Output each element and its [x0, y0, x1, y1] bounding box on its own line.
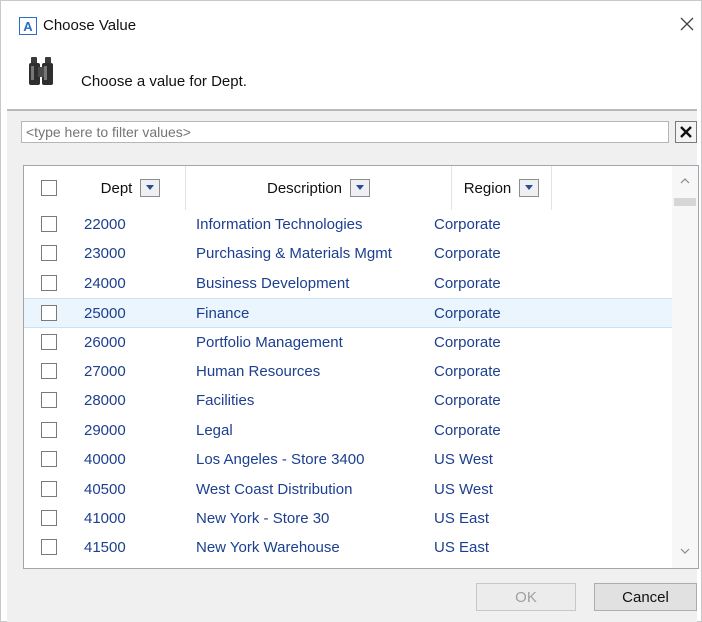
cell-dept: 28000	[84, 392, 126, 410]
column-header-dept: Dept	[76, 166, 186, 210]
cell-region: US East	[434, 539, 490, 557]
close-icon[interactable]	[675, 11, 699, 37]
cell-region: Corporate	[434, 333, 501, 351]
cell-dept: 22000	[84, 216, 126, 233]
table-row[interactable]: 23000 Purchasing & Materials Mgmt Corporat…	[24, 239, 672, 268]
table-row[interactable]: 27000 Human Resources Corporate	[24, 357, 672, 386]
binoculars-icon	[25, 55, 65, 87]
scrollbar-thumb[interactable]	[674, 198, 696, 206]
cell-description: Information Technologies	[196, 216, 363, 233]
cell-region: Corporate	[434, 363, 501, 380]
cell-region: Corporate	[434, 421, 501, 439]
column-header-region: Region	[452, 166, 552, 210]
cell-description: Los Angeles - Store 3400	[196, 451, 365, 469]
grid-header: Dept Description Region	[24, 166, 672, 210]
clear-filter-icon[interactable]	[675, 121, 697, 143]
cell-description: Legal	[196, 421, 233, 439]
cell-description: Business Development	[196, 274, 350, 292]
prompt-text: Choose a value for Dept.	[81, 73, 247, 90]
cell-description: Facilities	[196, 392, 255, 410]
vertical-scrollbar[interactable]	[672, 166, 698, 568]
cell-dept: 29000	[84, 421, 126, 439]
row-checkbox[interactable]	[41, 305, 57, 322]
cell-dept: 40000	[84, 451, 126, 469]
cancel-button[interactable]: Cancel	[594, 583, 697, 611]
ok-button[interactable]: OK	[476, 583, 576, 611]
cell-dept: 25000	[84, 305, 126, 323]
table-row[interactable]: 24000 Business Development Corporate	[24, 269, 672, 298]
cell-description: Purchasing & Materials Mgmt	[196, 245, 392, 263]
row-checkbox[interactable]	[41, 421, 57, 438]
cell-dept: 40500	[84, 480, 126, 498]
cell-description: Finance	[196, 305, 250, 323]
row-checkbox[interactable]	[41, 333, 57, 350]
cell-dept: 41500	[84, 539, 126, 557]
table-row[interactable]: 28000 Facilities Corporate	[24, 386, 672, 415]
window-title: Choose Value	[43, 17, 137, 34]
dialog-header: Choose a value for Dept.	[1, 49, 701, 109]
row-checkbox[interactable]	[41, 539, 57, 556]
cell-region: US East	[434, 510, 490, 527]
row-checkbox[interactable]	[41, 392, 57, 409]
cell-dept: 23000	[84, 245, 126, 263]
row-checkbox[interactable]	[41, 216, 57, 232]
choose-value-dialog: A Choose Value Choose a value for Dept.	[0, 0, 702, 622]
row-checkbox[interactable]	[41, 510, 57, 526]
cell-region: US West	[434, 480, 493, 498]
title-bar: A Choose Value	[1, 1, 701, 49]
cell-region: Corporate	[434, 392, 501, 410]
cell-region: Corporate	[434, 245, 501, 263]
chevron-down-icon[interactable]	[140, 179, 161, 197]
table-row[interactable]: 29000 Legal Corporate	[24, 416, 672, 445]
row-checkbox[interactable]	[41, 451, 57, 468]
chevron-down-icon[interactable]	[350, 179, 371, 197]
cell-dept: 41000	[84, 510, 126, 527]
cell-dept: 27000	[84, 363, 126, 380]
values-grid: Dept Description Region 22000 Information…	[23, 165, 699, 569]
column-header-description: Description	[186, 166, 452, 210]
cell-description: New York - Store 30	[196, 510, 330, 527]
cell-dept: 24000	[84, 274, 126, 292]
chevron-up-icon[interactable]	[672, 172, 698, 190]
cell-region: Corporate	[434, 305, 501, 323]
cell-region: US West	[434, 451, 493, 469]
chevron-down-icon[interactable]	[519, 179, 540, 197]
cell-dept: 26000	[84, 333, 126, 351]
table-row[interactable]: 25000 Finance Corporate	[24, 298, 672, 328]
row-checkbox[interactable]	[41, 245, 57, 262]
cell-description: New York Warehouse	[196, 539, 340, 557]
filter-input[interactable]	[21, 121, 669, 143]
app-logo-icon: A	[19, 17, 37, 35]
cell-description: Portfolio Management	[196, 333, 343, 351]
row-checkbox[interactable]	[41, 363, 57, 379]
cell-region: Corporate	[434, 216, 501, 233]
table-row[interactable]: 41500 New York Warehouse US East	[24, 533, 672, 562]
table-row[interactable]: 40000 Los Angeles - Store 3400 US West	[24, 445, 672, 474]
table-row[interactable]: 22000 Information Technologies Corporate	[24, 210, 672, 239]
row-checkbox[interactable]	[41, 274, 57, 291]
cell-region: Corporate	[434, 274, 501, 292]
cell-description: West Coast Distribution	[196, 480, 353, 498]
table-row[interactable]: 40500 West Coast Distribution US West	[24, 475, 672, 504]
select-all-checkbox[interactable]	[41, 180, 57, 196]
row-checkbox[interactable]	[41, 480, 57, 497]
table-row[interactable]: 26000 Portfolio Management Corporate	[24, 328, 672, 357]
cell-description: Human Resources	[196, 363, 321, 380]
table-row[interactable]: 41000 New York - Store 30 US East	[24, 504, 672, 533]
chevron-down-icon[interactable]	[672, 542, 698, 560]
